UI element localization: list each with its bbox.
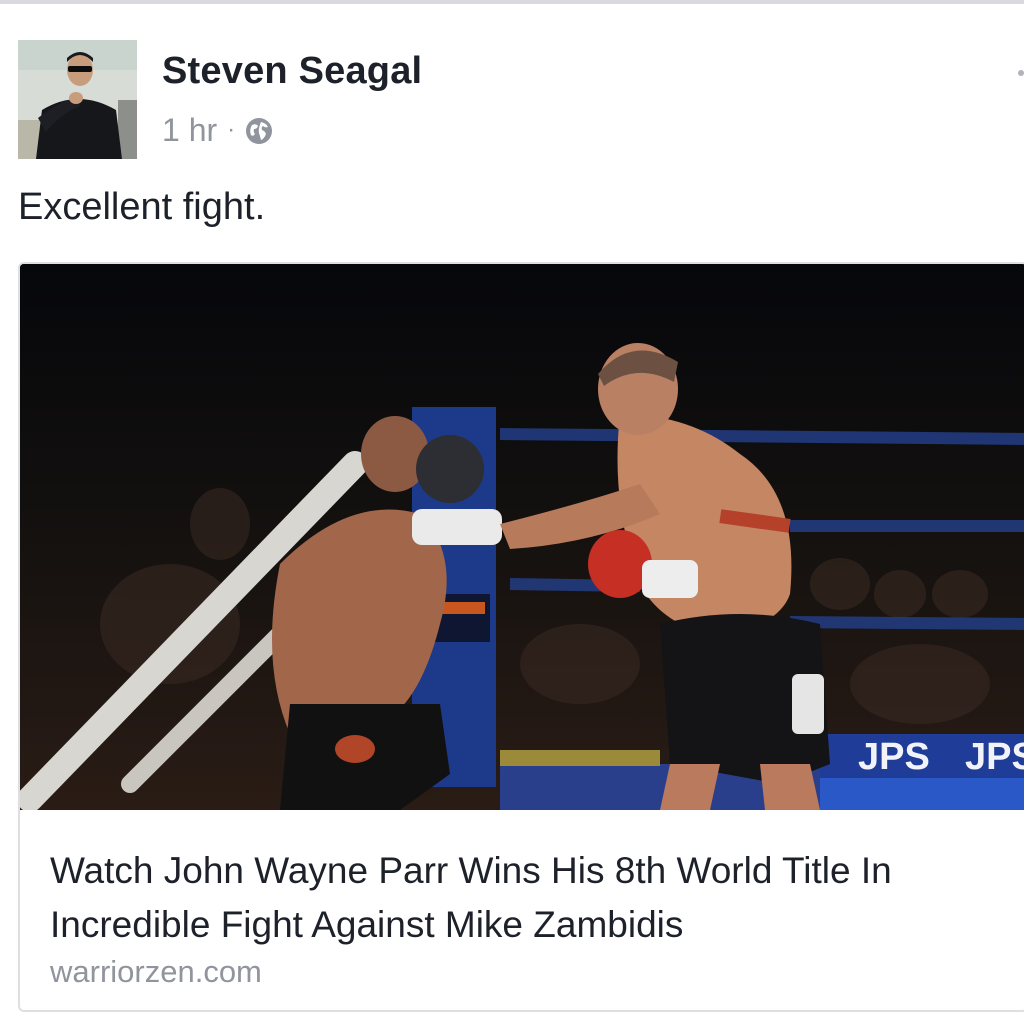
- post-text: Excellent fight.: [18, 186, 266, 228]
- author-name[interactable]: Steven Seagal: [162, 50, 422, 93]
- more-options-icon[interactable]: [1018, 70, 1024, 76]
- globe-icon[interactable]: [245, 116, 273, 144]
- meta-separator: ·: [227, 116, 236, 143]
- post-meta: 1 hr ·: [162, 112, 273, 148]
- link-preview-card[interactable]: JPS JPS: [18, 262, 1024, 1012]
- banner-text-1: JPS: [858, 736, 930, 778]
- avatar[interactable]: [18, 40, 137, 159]
- link-preview-image[interactable]: JPS JPS: [20, 264, 1024, 810]
- link-title[interactable]: Watch John Wayne Parr Wins His 8th World…: [50, 844, 1010, 952]
- avatar-image: [18, 40, 137, 159]
- top-divider: [0, 0, 1024, 4]
- post-timestamp[interactable]: 1 hr: [162, 112, 217, 149]
- link-domain: warriorzen.com: [50, 954, 262, 989]
- banner-text-2: JPS: [965, 736, 1024, 778]
